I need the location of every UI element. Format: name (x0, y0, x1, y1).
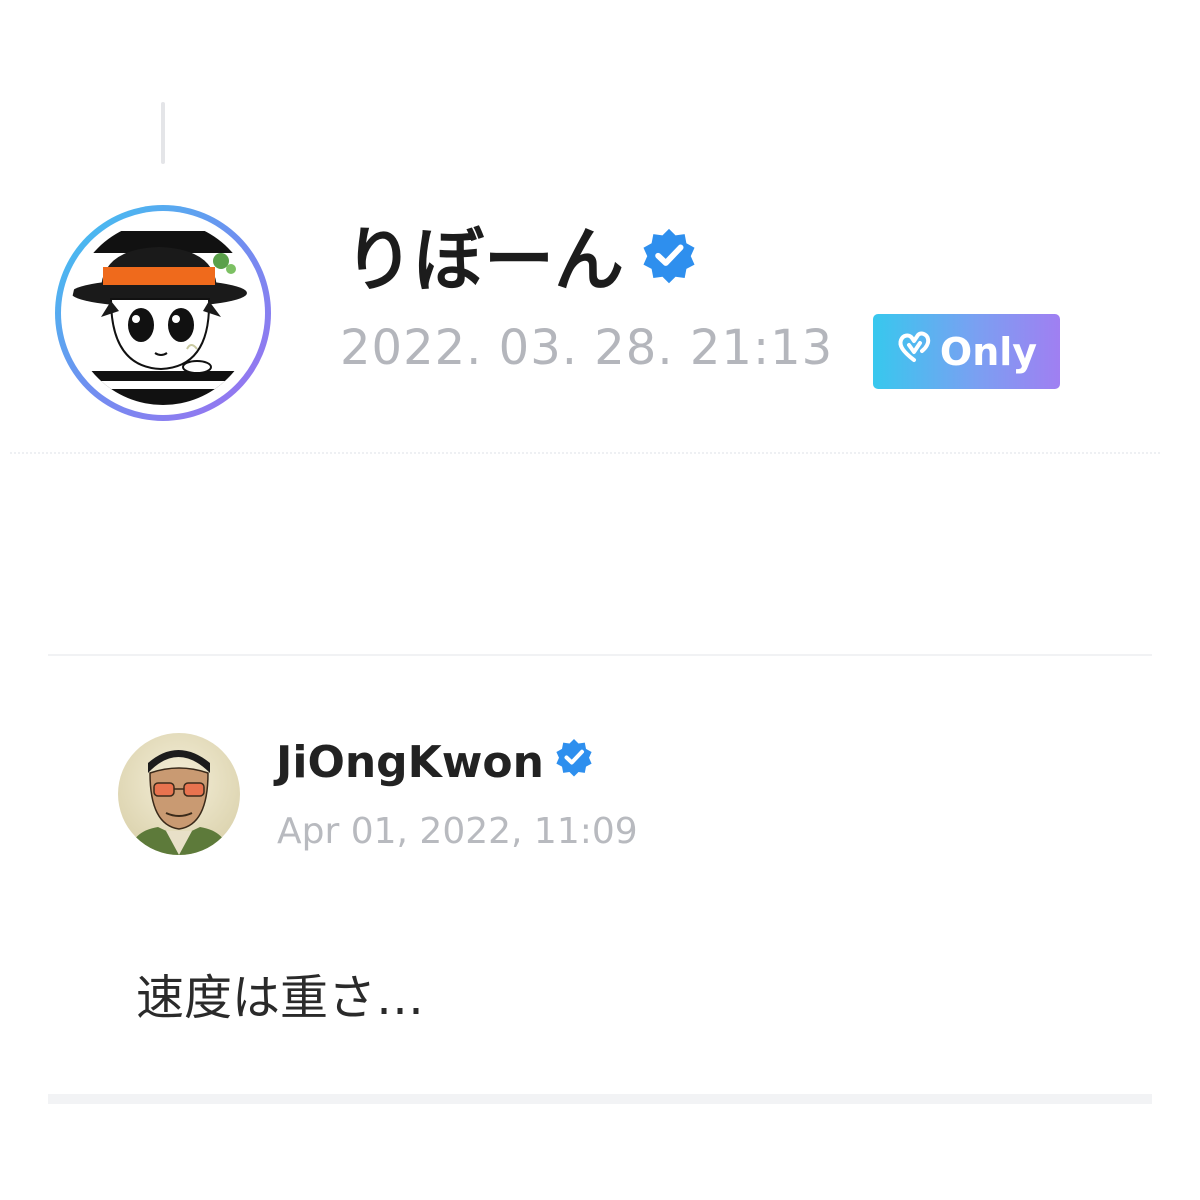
only-badge-label: Only (939, 329, 1038, 374)
comment-author-avatar[interactable] (118, 733, 240, 855)
comment-author-name[interactable]: JiOngKwon (276, 733, 594, 793)
comment-divider-bottom (48, 1094, 1152, 1104)
author-name-text: りぼーん (344, 219, 624, 301)
comment-date: Apr 01, 2022, 11:09 (277, 811, 638, 852)
comment-divider-top (48, 654, 1152, 656)
header-separator (10, 452, 1160, 454)
avatar-image (71, 221, 255, 405)
post-author-name[interactable]: りぼーん (344, 218, 698, 302)
heart-v-icon (896, 329, 932, 374)
verified-badge-icon (554, 733, 594, 793)
post-author-avatar[interactable] (55, 205, 271, 421)
comment-author-name-text: JiOngKwon (276, 737, 544, 788)
verified-badge-icon (640, 218, 698, 302)
post-date: 2022. 03. 28. 21:13 (340, 320, 834, 376)
only-badge: Only (873, 314, 1060, 389)
comment-text: 速度は重さ… (136, 970, 425, 1026)
thread-line (161, 102, 165, 164)
